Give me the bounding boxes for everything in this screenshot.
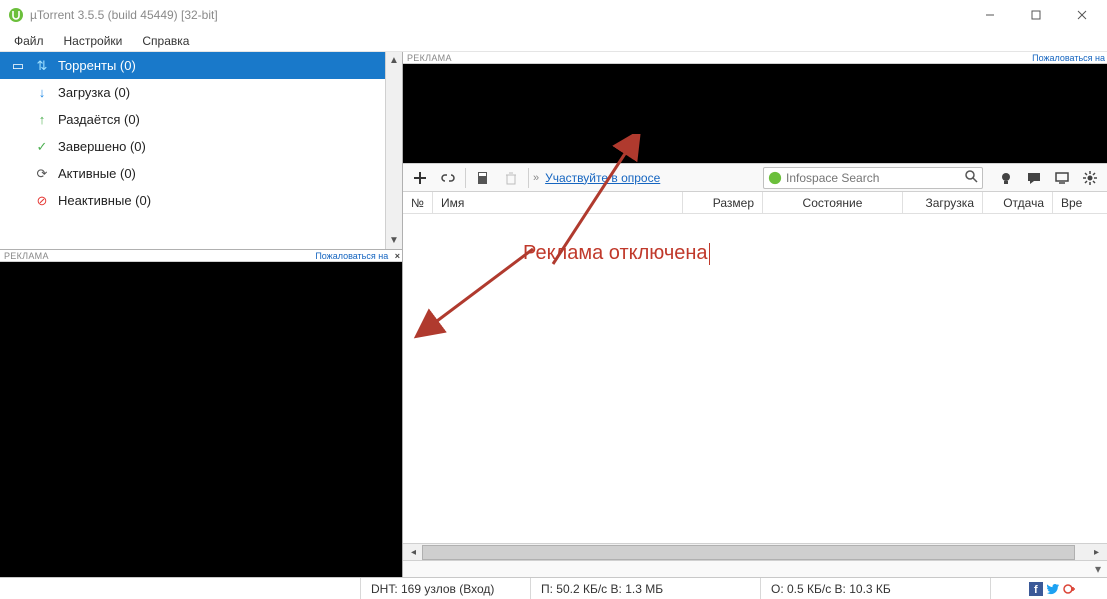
twitter-icon[interactable] — [1046, 582, 1060, 596]
check-icon: ✓ — [34, 139, 50, 155]
col-state[interactable]: Состояние — [763, 192, 903, 213]
upload-icon: ↑ — [34, 112, 50, 127]
ad-label-text: РЕКЛАМА — [4, 251, 49, 261]
sidebar-tree: ▭ ⇅ Торренты (0) ↓ Загрузка (0) ↑ Раздаё… — [0, 52, 385, 249]
search-box[interactable] — [763, 167, 983, 189]
ad-block-top — [403, 64, 1107, 163]
active-icon: ⟳ — [34, 166, 50, 182]
inactive-icon: ⊘ — [34, 193, 50, 209]
col-name[interactable]: Имя — [433, 192, 683, 213]
col-size[interactable]: Размер — [683, 192, 763, 213]
sidebar-item-torrents[interactable]: ▭ ⇅ Торренты (0) — [0, 52, 385, 79]
ad-label-left: РЕКЛАМА Пожаловаться на × — [0, 250, 402, 262]
separator — [528, 168, 529, 188]
sidebar-label: Активные (0) — [58, 166, 136, 181]
remote-icon[interactable] — [1049, 166, 1075, 190]
scroll-up-icon[interactable]: ▲ — [386, 52, 402, 69]
bulb-icon[interactable] — [993, 166, 1019, 190]
download-icon: ↓ — [34, 85, 50, 100]
menu-settings[interactable]: Настройки — [54, 32, 133, 50]
separator — [465, 168, 466, 188]
col-time[interactable]: Вре — [1053, 192, 1107, 213]
status-bar: DHT: 169 узлов (Вход) П: 50.2 КБ/с В: 1.… — [0, 577, 1107, 599]
menu-help[interactable]: Справка — [132, 32, 199, 50]
ad-label-top: РЕКЛАМА Пожаловаться на — [403, 52, 1107, 64]
facebook-icon[interactable]: f — [1029, 582, 1043, 596]
ad-close-icon[interactable]: × — [395, 251, 400, 261]
col-num[interactable]: № — [403, 192, 433, 213]
close-button[interactable] — [1059, 0, 1105, 30]
sidebar-item-inactive[interactable]: ⊘ Неактивные (0) — [0, 187, 385, 214]
scroll-thumb[interactable] — [422, 545, 1075, 560]
chat-icon[interactable] — [1021, 166, 1047, 190]
ad-block-left — [0, 262, 402, 577]
expand-panel-button[interactable]: ▾ — [403, 560, 1107, 577]
col-upload[interactable]: Отдача — [983, 192, 1053, 213]
annotation-text: Реклама отключена — [523, 242, 710, 265]
scroll-left-icon[interactable]: ◂ — [405, 545, 422, 560]
sidebar-scrollbar[interactable]: ▲ ▼ — [385, 52, 402, 249]
utorrent-logo-icon — [768, 171, 782, 185]
add-url-button[interactable] — [435, 166, 461, 190]
sidebar-label: Завершено (0) — [58, 139, 146, 154]
status-dht: DHT: 169 узлов (Вход) — [360, 578, 530, 599]
utorrent-logo-icon — [8, 7, 24, 23]
minimize-button[interactable] — [967, 0, 1013, 30]
create-torrent-button[interactable] — [470, 166, 496, 190]
social-icons: f — [1029, 582, 1077, 596]
window-title: µTorrent 3.5.5 (build 45449) [32-bit] — [30, 8, 967, 22]
delete-button[interactable] — [498, 166, 524, 190]
ad-complain-link[interactable]: Пожаловаться на — [1032, 53, 1105, 63]
search-icon[interactable] — [964, 169, 978, 186]
search-input[interactable] — [786, 171, 964, 185]
more-icon[interactable]: » — [533, 172, 539, 184]
torrent-list-area: Реклама отключена — [403, 214, 1107, 543]
sidebar-label: Загрузка (0) — [58, 85, 130, 100]
sidebar-label: Неактивные (0) — [58, 193, 151, 208]
survey-link[interactable]: Участвуйте в опросе — [545, 171, 660, 185]
google-icon[interactable] — [1063, 582, 1077, 596]
sidebar-item-active[interactable]: ⟳ Активные (0) — [0, 160, 385, 187]
scroll-down-icon[interactable]: ▼ — [386, 232, 402, 249]
sidebar-item-completed[interactable]: ✓ Завершено (0) — [0, 133, 385, 160]
menu-file[interactable]: Файл — [4, 32, 54, 50]
chevron-down-icon: ▾ — [1095, 562, 1101, 576]
status-up: О: 0.5 КБ/с В: 10.3 КБ — [760, 578, 990, 599]
settings-icon[interactable] — [1077, 166, 1103, 190]
svg-text:f: f — [1034, 584, 1038, 596]
add-torrent-button[interactable] — [407, 166, 433, 190]
menubar: Файл Настройки Справка — [0, 30, 1107, 52]
titlebar: µTorrent 3.5.5 (build 45449) [32-bit] — [0, 0, 1107, 30]
sidebar-label: Раздаётся (0) — [58, 112, 140, 127]
sidebar-label: Торренты (0) — [58, 58, 136, 73]
torrents-icon: ⇅ — [34, 58, 50, 74]
status-down: П: 50.2 КБ/с В: 1.3 МБ — [530, 578, 760, 599]
table-header: № Имя Размер Состояние Загрузка Отдача В… — [403, 192, 1107, 214]
scroll-right-icon[interactable]: ▸ — [1088, 545, 1105, 560]
horizontal-scrollbar[interactable]: ◂ ▸ — [403, 543, 1107, 560]
maximize-button[interactable] — [1013, 0, 1059, 30]
sidebar-item-downloading[interactable]: ↓ Загрузка (0) — [0, 79, 385, 106]
col-download[interactable]: Загрузка — [903, 192, 983, 213]
collapse-icon: ▭ — [10, 58, 26, 74]
sidebar-item-seeding[interactable]: ↑ Раздаётся (0) — [0, 106, 385, 133]
ad-complain-link[interactable]: Пожаловаться на — [315, 251, 388, 261]
ad-label-text: РЕКЛАМА — [407, 53, 452, 63]
toolbar: » Участвуйте в опросе — [403, 164, 1107, 192]
